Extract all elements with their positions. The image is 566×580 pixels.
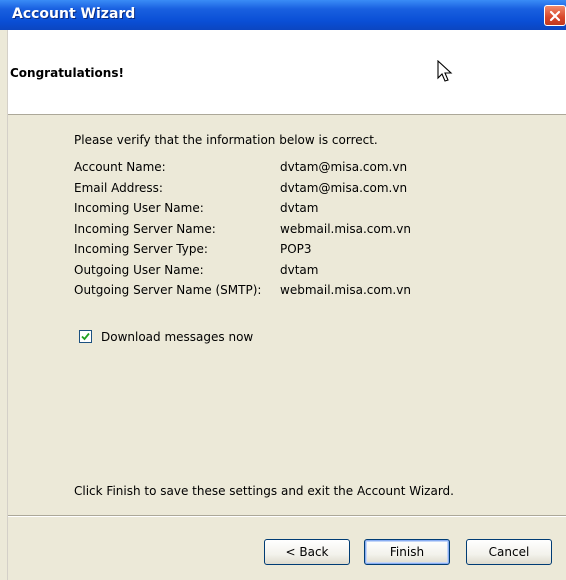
field-label: Email Address:	[74, 180, 163, 195]
button-separator	[8, 515, 566, 517]
checkmark-icon	[81, 332, 90, 341]
field-label: Incoming Server Type:	[74, 242, 208, 256]
checkbox-box[interactable]	[79, 330, 92, 343]
field-value: dvtam	[280, 201, 319, 215]
field-label: Incoming User Name:	[74, 201, 204, 215]
field-value: webmail.misa.com.vn	[280, 221, 411, 236]
field-label: Outgoing User Name:	[74, 262, 204, 277]
field-value: webmail.misa.com.vn	[280, 283, 411, 297]
field-label: Incoming Server Name:	[74, 221, 216, 236]
window-left-border	[0, 30, 8, 580]
field-value: dvtam@misa.com.vn	[280, 160, 408, 174]
wizard-header: Congratulations!	[8, 30, 566, 115]
field-value: dvtam	[280, 262, 319, 277]
field-value: POP3	[280, 242, 312, 256]
verify-instruction: Please verify that the information below…	[74, 133, 378, 147]
field-label: Account Name:	[74, 160, 166, 174]
field-value: dvtam@misa.com.vn	[280, 180, 408, 195]
close-button[interactable]	[544, 5, 566, 26]
checkbox-label[interactable]: Download messages now	[101, 330, 253, 344]
title-bar[interactable]: Account Wizard	[0, 0, 566, 30]
finish-instruction: Click Finish to save these settings and …	[74, 484, 454, 498]
field-label: Outgoing Server Name (SMTP):	[74, 283, 262, 297]
close-icon	[549, 10, 561, 22]
back-button[interactable]: < Back	[264, 539, 350, 565]
cancel-button[interactable]: Cancel	[466, 539, 552, 565]
finish-button[interactable]: Finish	[364, 539, 450, 565]
page-title: Congratulations!	[10, 66, 124, 80]
mouse-pointer-icon	[437, 60, 453, 82]
window-title: Account Wizard	[12, 6, 136, 22]
account-wizard-window: Account Wizard Congratulations! Please v…	[0, 0, 566, 580]
